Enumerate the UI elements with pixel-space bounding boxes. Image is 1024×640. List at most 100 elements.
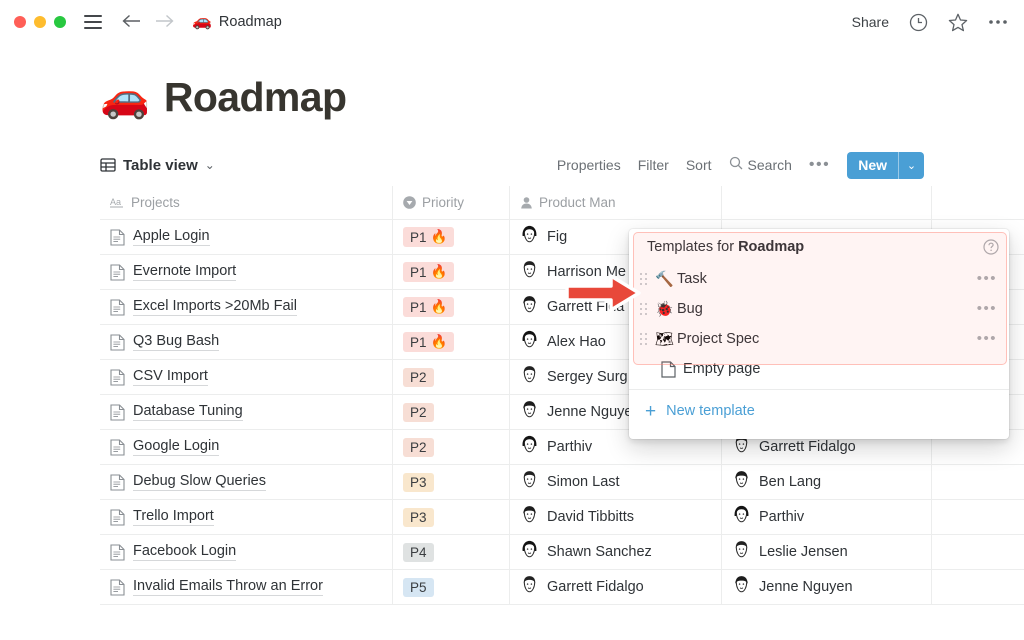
cell-project[interactable]: Q3 Bug Bash — [100, 325, 393, 359]
cell-priority[interactable]: P1 🔥 — [393, 255, 510, 289]
cell-priority[interactable]: P4 — [393, 535, 510, 569]
template-more-icon[interactable]: ••• — [977, 271, 997, 286]
cell-product-manager[interactable]: David Tibbitts — [510, 500, 722, 534]
ellipsis-icon[interactable] — [988, 19, 1008, 25]
status-badge: P2 — [403, 367, 434, 387]
column-header-engineer[interactable] — [722, 186, 932, 219]
cell-priority[interactable]: P3 — [393, 500, 510, 534]
new-button-label: New — [858, 157, 887, 173]
person-chip: Simon Last — [520, 470, 620, 494]
close-window-button[interactable] — [14, 16, 26, 28]
template-empty-page[interactable]: Empty page — [629, 354, 1009, 384]
column-header-extra[interactable] — [932, 186, 1024, 219]
select-circle-icon — [403, 196, 416, 209]
cell-priority[interactable]: P1 🔥 — [393, 220, 510, 254]
cell-project[interactable]: Excel Imports >20Mb Fail — [100, 290, 393, 324]
page-icon — [110, 263, 125, 281]
drag-handle-icon[interactable] — [639, 332, 649, 346]
person-name: Garrett Fidalgo — [547, 579, 644, 595]
person-chip: Leslie Jensen — [732, 540, 848, 564]
cell-extra[interactable] — [932, 570, 1024, 604]
new-template-button[interactable]: + New template — [629, 390, 1009, 432]
view-toolbar: Table view ⌄ Properties Filter Sort Sear… — [100, 149, 924, 181]
star-icon[interactable] — [948, 13, 968, 32]
template-item[interactable]: 🔨 Task ••• — [629, 264, 1009, 294]
tab-table-view[interactable]: Table view ⌄ — [100, 157, 215, 174]
cell-project[interactable]: Google Login — [100, 430, 393, 464]
arrow-right-icon[interactable] — [155, 13, 174, 32]
cell-extra[interactable] — [932, 535, 1024, 569]
hamburger-icon[interactable] — [84, 15, 102, 29]
share-button[interactable]: Share — [852, 14, 889, 30]
cell-priority[interactable]: P2 — [393, 360, 510, 394]
column-header-projects[interactable]: Aa Projects — [100, 186, 393, 219]
view-more-icon[interactable]: ••• — [809, 157, 830, 173]
minimize-window-button[interactable] — [34, 16, 46, 28]
cell-project[interactable]: Invalid Emails Throw an Error — [100, 570, 393, 604]
question-circle-icon[interactable] — [983, 238, 999, 255]
breadcrumb[interactable]: 🚗 Roadmap — [192, 14, 282, 31]
cell-project[interactable]: Apple Login — [100, 220, 393, 254]
cell-extra[interactable] — [932, 465, 1024, 499]
template-more-icon[interactable]: ••• — [977, 301, 997, 316]
column-header-priority[interactable]: Priority — [393, 186, 510, 219]
new-button[interactable]: New ⌄ — [847, 151, 924, 179]
cell-priority[interactable]: P1 🔥 — [393, 290, 510, 324]
chevron-down-icon[interactable]: ⌄ — [899, 152, 924, 179]
filter-button[interactable]: Filter — [638, 157, 669, 173]
project-name: Excel Imports >20Mb Fail — [133, 298, 297, 316]
cell-product-manager[interactable]: Garrett Fidalgo — [510, 570, 722, 604]
view-label: Table view — [123, 156, 198, 174]
car-icon[interactable]: 🚗 — [100, 78, 150, 118]
cell-project[interactable]: Evernote Import — [100, 255, 393, 289]
column-header-label: Projects — [131, 195, 180, 210]
cell-engineer[interactable]: Leslie Jensen — [722, 535, 932, 569]
person-chip: Shawn Sanchez — [520, 540, 652, 564]
status-badge: P1 🔥 — [403, 332, 455, 352]
status-badge: P2 — [403, 437, 434, 457]
cell-engineer[interactable]: Ben Lang — [722, 465, 932, 499]
cell-priority[interactable]: P2 — [393, 430, 510, 464]
clock-icon[interactable] — [909, 13, 928, 32]
avatar — [520, 260, 539, 284]
page-icon — [110, 403, 125, 421]
page-icon — [110, 438, 125, 456]
arrow-left-icon[interactable] — [122, 13, 141, 32]
cell-priority[interactable]: P5 — [393, 570, 510, 604]
status-badge: P1 🔥 — [403, 262, 455, 282]
cell-project[interactable]: CSV Import — [100, 360, 393, 394]
cell-priority[interactable]: P1 🔥 — [393, 325, 510, 359]
cell-product-manager[interactable]: Shawn Sanchez — [510, 535, 722, 569]
cell-project[interactable]: Database Tuning — [100, 395, 393, 429]
template-item[interactable]: 🐞 Bug ••• — [629, 294, 1009, 324]
table-row[interactable]: Trello Import P3 David Tibbitts Parthiv — [100, 500, 1024, 535]
sort-button[interactable]: Sort — [686, 157, 712, 173]
table-row[interactable]: Facebook Login P4 Shawn Sanchez Leslie Jens… — [100, 535, 1024, 570]
column-header-product-manager[interactable]: Product Man — [510, 186, 722, 219]
titlebar-actions: Share — [852, 13, 1008, 32]
search-button[interactable]: Search — [729, 156, 792, 175]
cell-engineer[interactable]: Jenne Nguyen — [722, 570, 932, 604]
cell-engineer[interactable]: Parthiv — [722, 500, 932, 534]
table-row[interactable]: Debug Slow Queries P3 Simon Last Ben Lang — [100, 465, 1024, 500]
avatar — [732, 505, 751, 529]
page-icon — [110, 578, 125, 596]
template-more-icon[interactable]: ••• — [977, 331, 997, 346]
cell-project[interactable]: Debug Slow Queries — [100, 465, 393, 499]
project-name: Google Login — [133, 438, 220, 456]
cell-extra[interactable] — [932, 500, 1024, 534]
cell-project[interactable]: Facebook Login — [100, 535, 393, 569]
cell-priority[interactable]: P2 — [393, 395, 510, 429]
page-title-text[interactable]: Roadmap — [164, 74, 347, 121]
properties-button[interactable]: Properties — [557, 157, 621, 173]
template-item[interactable]: 🗺 Project Spec ••• — [629, 324, 1009, 354]
status-badge: P2 — [403, 402, 434, 422]
cell-project[interactable]: Trello Import — [100, 500, 393, 534]
cell-product-manager[interactable]: Simon Last — [510, 465, 722, 499]
person-chip: Fig — [520, 225, 567, 249]
cell-priority[interactable]: P3 — [393, 465, 510, 499]
status-badge: P1 🔥 — [403, 297, 455, 317]
table-row[interactable]: Invalid Emails Throw an Error P5 Garrett F… — [100, 570, 1024, 605]
maximize-window-button[interactable] — [54, 16, 66, 28]
page-body: 🚗 Roadmap Table view ⌄ Properties Filter… — [0, 44, 1024, 640]
